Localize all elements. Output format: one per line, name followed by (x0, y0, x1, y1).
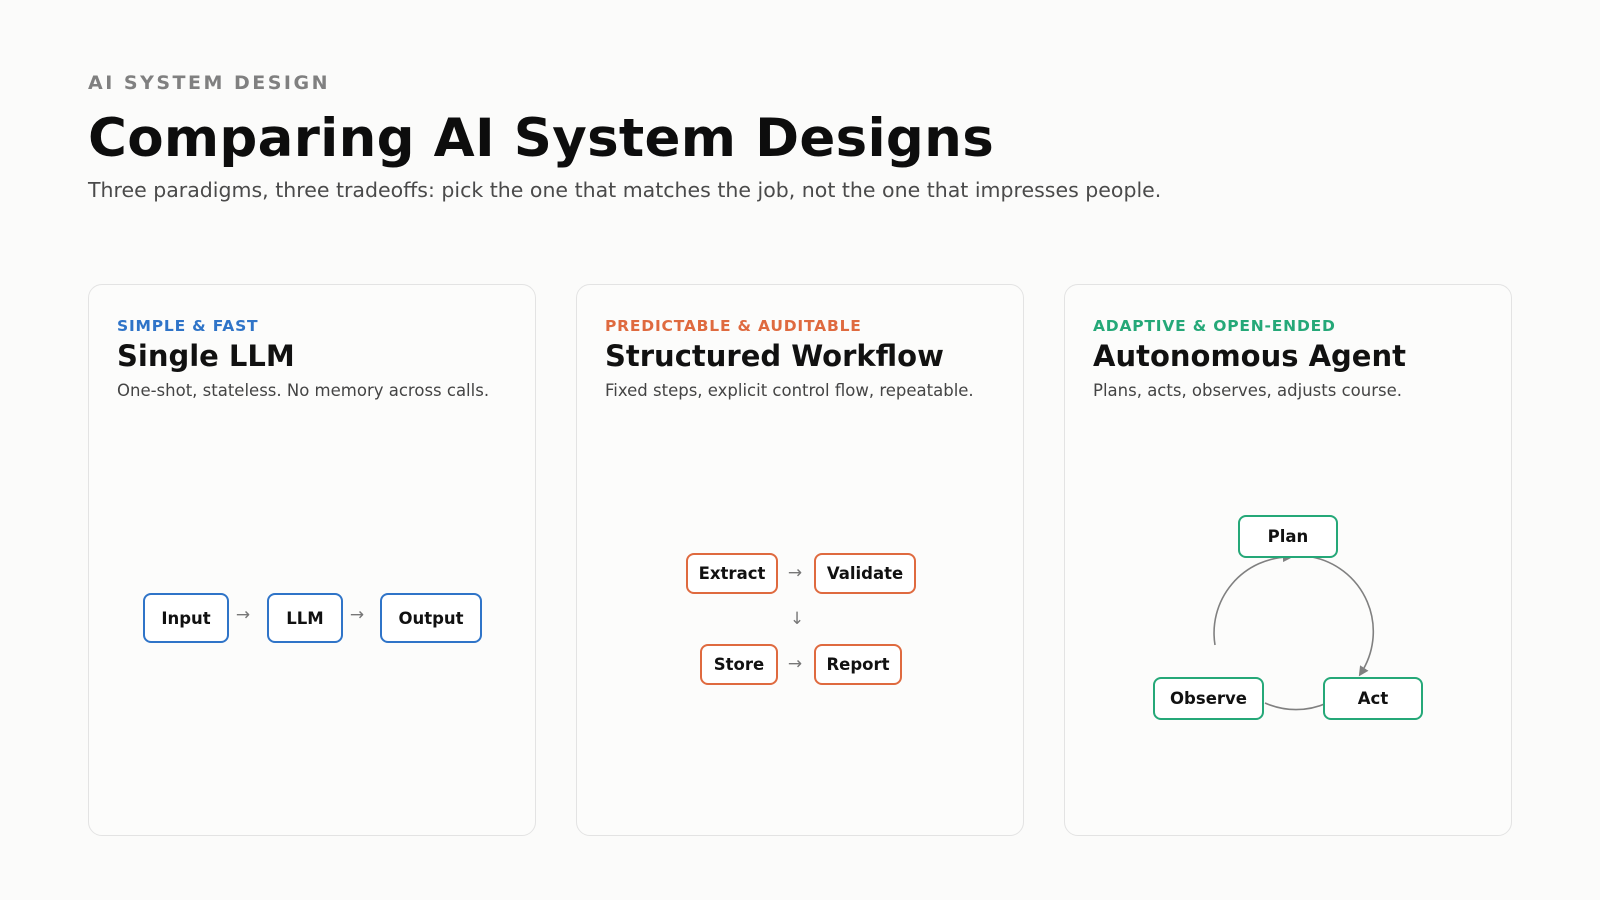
node-extract: Extract (686, 553, 778, 594)
node-llm: LLM (267, 593, 343, 643)
arrow-right: → (349, 605, 365, 625)
node-store: Store (700, 644, 778, 685)
node-input: Input (143, 593, 229, 643)
node-report: Report (814, 644, 902, 685)
node-act: Act (1323, 677, 1423, 720)
loop-arrow-act-to-observe (1264, 702, 1328, 711)
card-structured-workflow: PREDICTABLE & AUDITABLE Structured Workf… (576, 284, 1024, 836)
card-tag: PREDICTABLE & AUDITABLE (605, 317, 862, 335)
card-title: Single LLM (117, 339, 295, 373)
page-title: Comparing AI System Designs (88, 108, 995, 169)
agent-loop-arrows (1213, 552, 1375, 711)
card-autonomous-agent: ADAPTIVE & OPEN-ENDED Autonomous Agent P… (1064, 284, 1512, 836)
arrow-down: ↓ (789, 609, 805, 629)
card-description: Fixed steps, explicit control flow, repe… (605, 381, 974, 400)
card-single-llm: SIMPLE & FAST Single LLM One-shot, state… (88, 284, 536, 836)
page-subtitle: Three paradigms, three tradeoffs: pick t… (88, 178, 1162, 202)
loop-arrow-observe-to-plan (1213, 552, 1293, 646)
card-title: Structured Workflow (605, 339, 944, 373)
eyebrow-label: AI SYSTEM DESIGN (88, 72, 330, 94)
node-observe: Observe (1153, 677, 1264, 720)
loop-arrow-plan-to-act (1311, 556, 1375, 677)
card-description: One-shot, stateless. No memory across ca… (117, 381, 490, 400)
node-output: Output (380, 593, 482, 643)
card-tag: SIMPLE & FAST (117, 317, 259, 335)
node-validate: Validate (814, 553, 916, 594)
arrow-right: → (787, 563, 803, 583)
arrow-right: → (235, 605, 251, 625)
arrow-right: → (787, 654, 803, 674)
node-plan: Plan (1238, 515, 1338, 558)
